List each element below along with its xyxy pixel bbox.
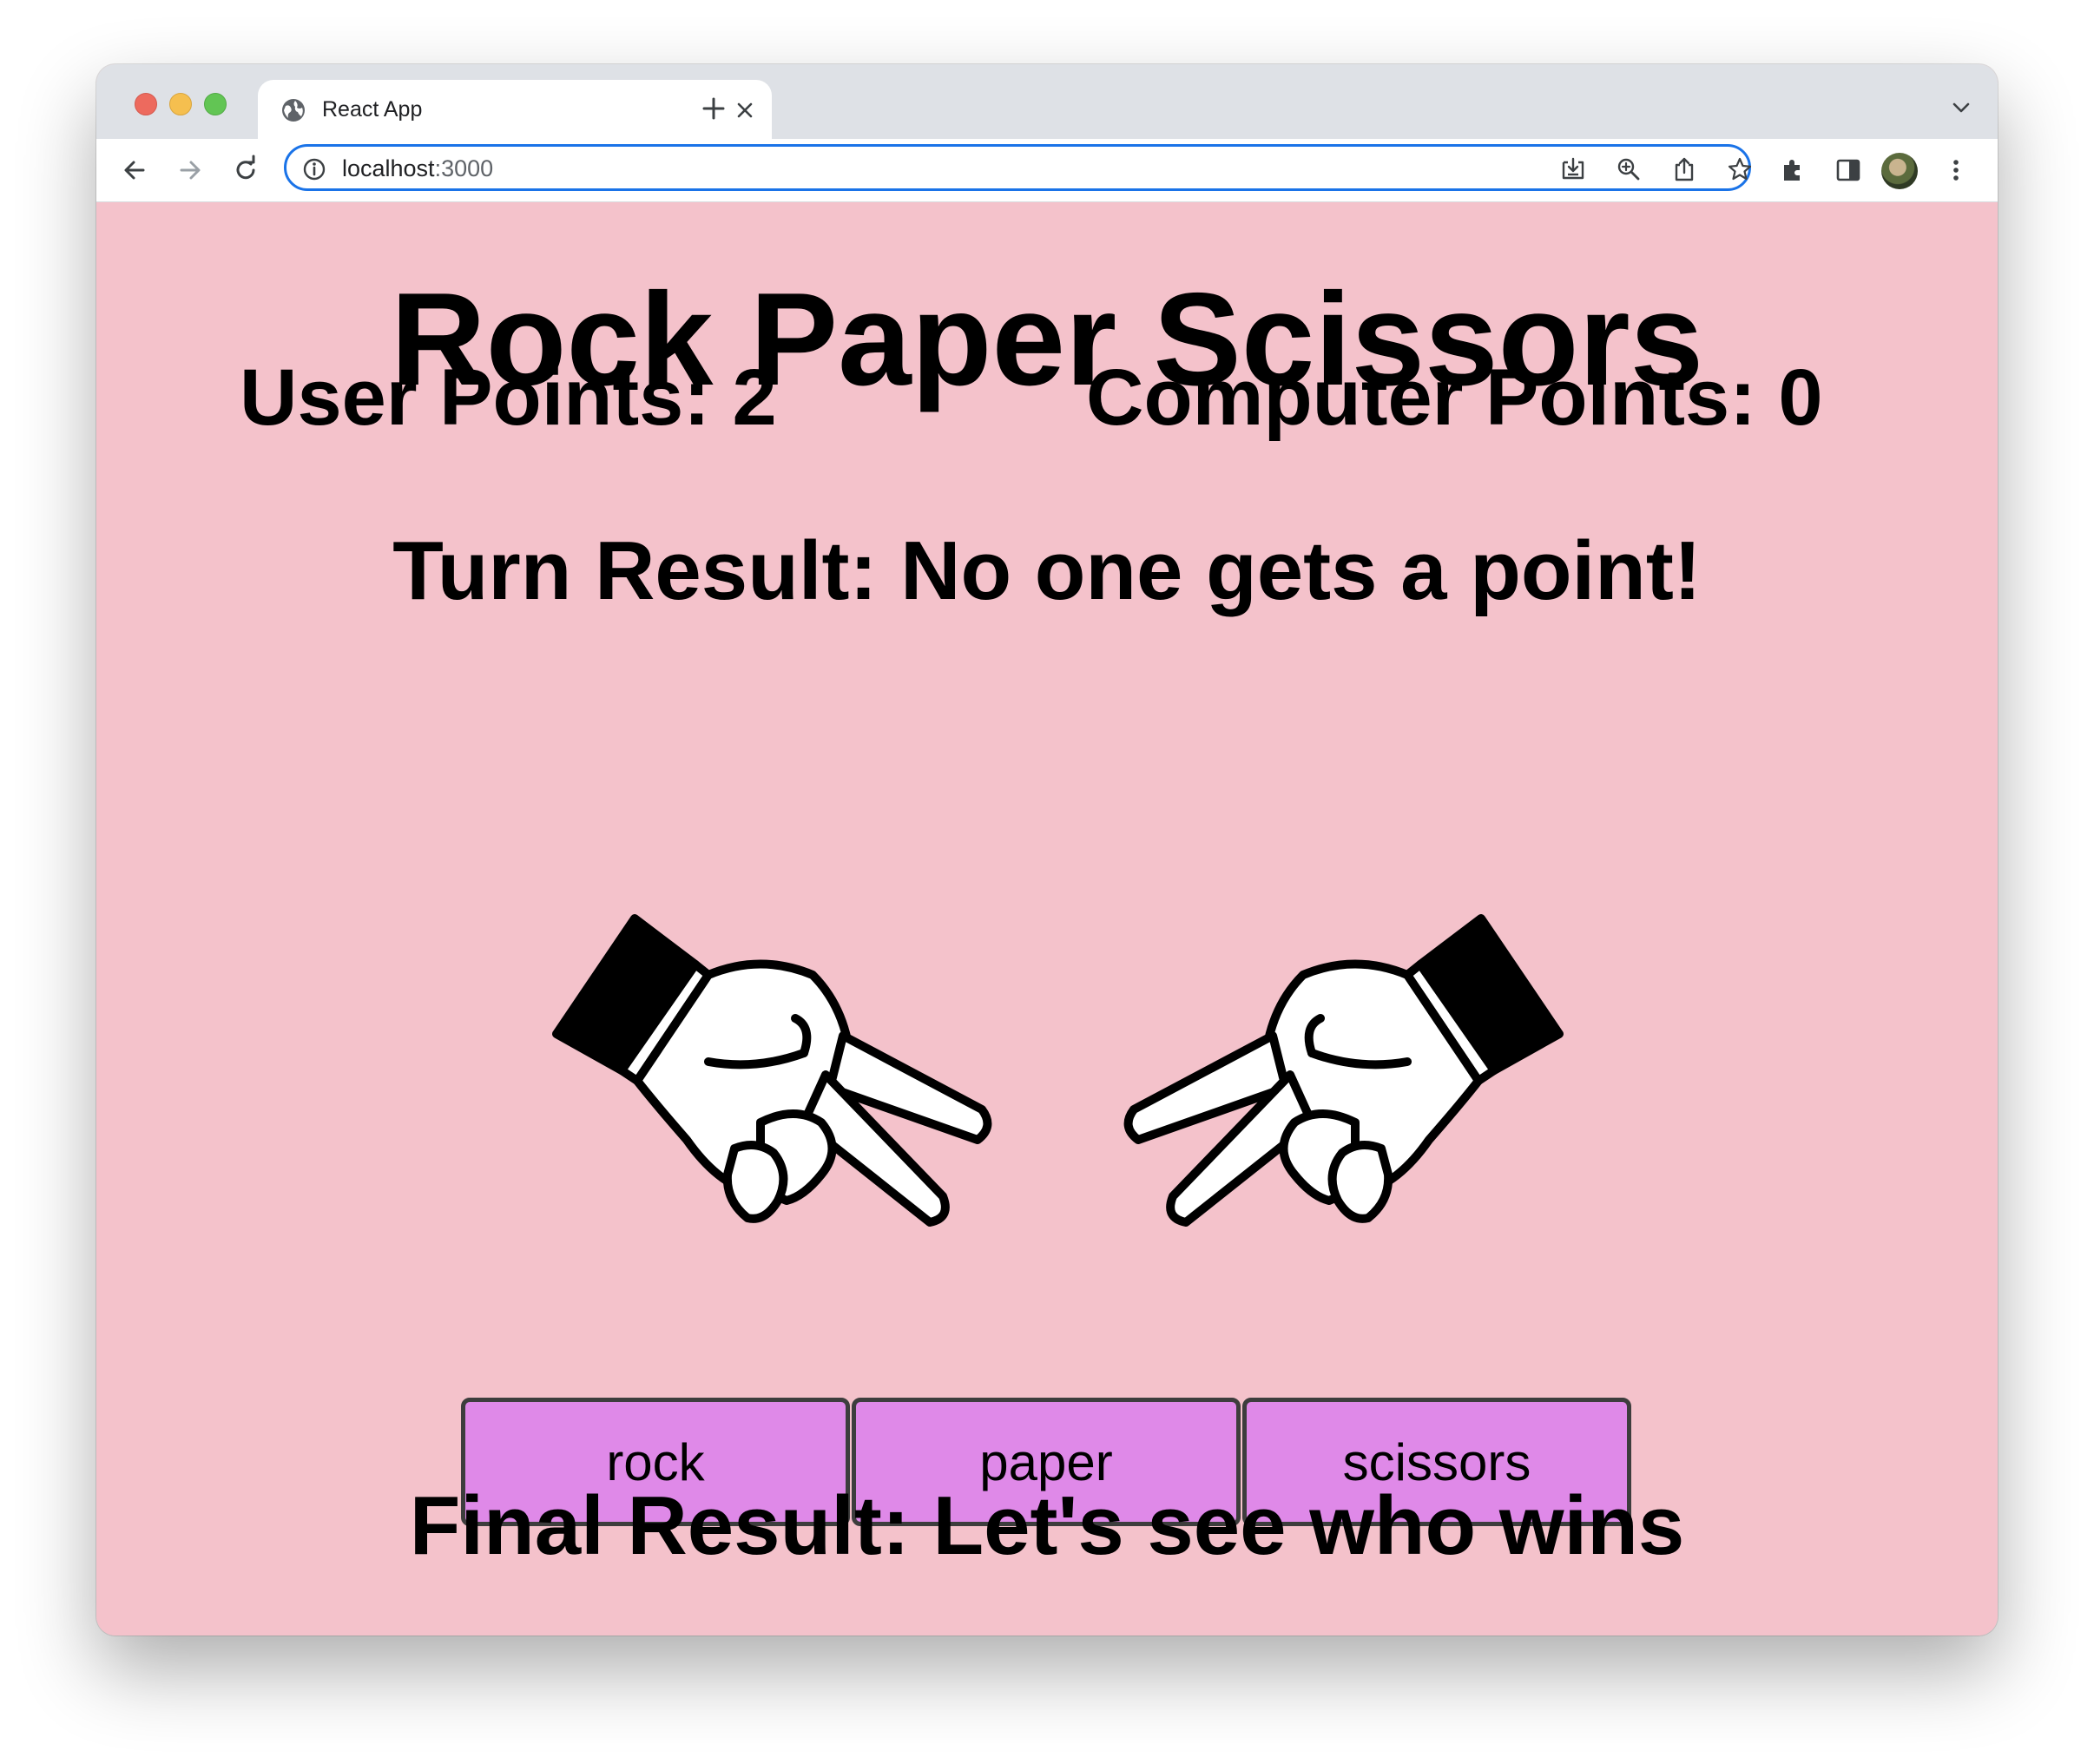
maximize-window-button[interactable] — [204, 93, 227, 115]
url-text[interactable]: localhost:3000 — [342, 153, 493, 184]
address-bar[interactable]: localhost:3000 — [284, 144, 1754, 191]
computer-points: Computer Points: 0 — [1086, 353, 1823, 442]
final-result: Final Result: Let's see who wins — [409, 1479, 1685, 1572]
close-window-button[interactable] — [135, 93, 157, 115]
share-icon[interactable] — [1670, 155, 1698, 183]
chevron-down-icon[interactable] — [1951, 99, 1972, 116]
globe-icon — [282, 99, 305, 122]
new-tab-icon[interactable] — [699, 94, 728, 123]
user-scissors-hand-icon — [552, 914, 992, 1227]
tab-title: React App — [322, 97, 423, 122]
browser-toolbar: localhost:3000 — [96, 139, 1998, 202]
zoom-icon[interactable] — [1615, 155, 1643, 183]
page-content: Rock Paper Scissors User Points: 2 Compu… — [96, 202, 1998, 1636]
close-tab-icon[interactable] — [734, 99, 756, 122]
computer-scissors-hand-icon — [1123, 914, 1564, 1227]
side-panel-icon[interactable] — [1833, 155, 1864, 186]
reload-icon[interactable] — [230, 155, 261, 186]
tab-strip: React App — [96, 64, 1998, 141]
tab-react-app[interactable]: React App — [258, 80, 772, 141]
url-host: localhost — [342, 155, 435, 181]
url-port: :3000 — [434, 155, 494, 181]
profile-avatar[interactable] — [1881, 153, 1918, 189]
user-points: User Points: 2 — [240, 353, 777, 442]
turn-result: Turn Result: No one gets a point! — [392, 524, 1702, 617]
install-app-icon[interactable] — [1559, 155, 1587, 183]
back-arrow-icon[interactable] — [119, 155, 150, 186]
minimize-window-button[interactable] — [169, 93, 192, 115]
extensions-puzzle-icon[interactable] — [1777, 155, 1808, 186]
browser-window: React App localhost:3000 Rock Paper Scis… — [96, 64, 1998, 1636]
forward-arrow-icon[interactable] — [174, 155, 206, 186]
bookmark-star-icon[interactable] — [1726, 155, 1754, 183]
more-menu-icon[interactable] — [1940, 155, 1972, 186]
info-icon[interactable] — [302, 157, 326, 181]
